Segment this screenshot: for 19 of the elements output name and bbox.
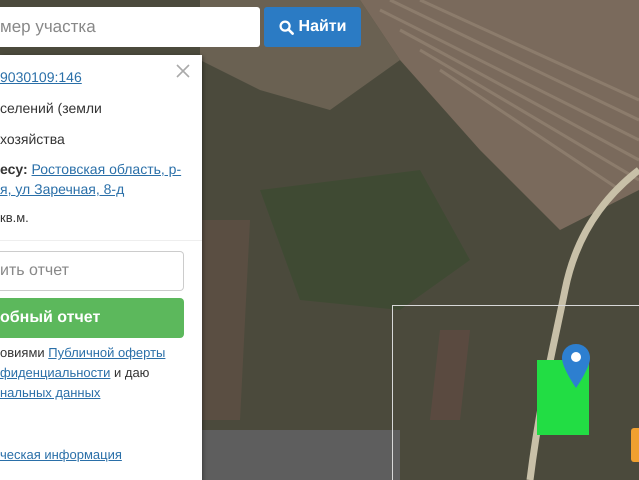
address-link[interactable]: Ростовская область, р- [32, 161, 182, 177]
search-icon [278, 20, 294, 34]
info-link[interactable]: ческая информация [0, 447, 122, 462]
address-link[interactable]: я, ул Заречная, 8-д [0, 181, 124, 197]
map-pin-icon[interactable] [561, 343, 591, 389]
land-category-text: селений (земли [0, 100, 102, 116]
land-category-text: хозяйства [0, 131, 65, 147]
search-button[interactable]: Найти [264, 7, 361, 47]
address-label: есу: [0, 161, 28, 177]
close-icon[interactable] [176, 64, 190, 78]
consent-text: овиями [0, 345, 46, 360]
cadastral-number-link[interactable]: 9030109:146 [0, 69, 82, 85]
search-field[interactable]: мер участка [0, 7, 260, 47]
area-text: кв.м. [0, 210, 29, 225]
consent-text: и даю [112, 365, 150, 380]
consent-link[interactable]: фиденциальности [0, 365, 110, 380]
consent-link[interactable]: Публичной оферты [48, 345, 166, 360]
consent-link[interactable]: нальных данных [0, 385, 100, 400]
report-field[interactable]: ить отчет [0, 251, 184, 291]
